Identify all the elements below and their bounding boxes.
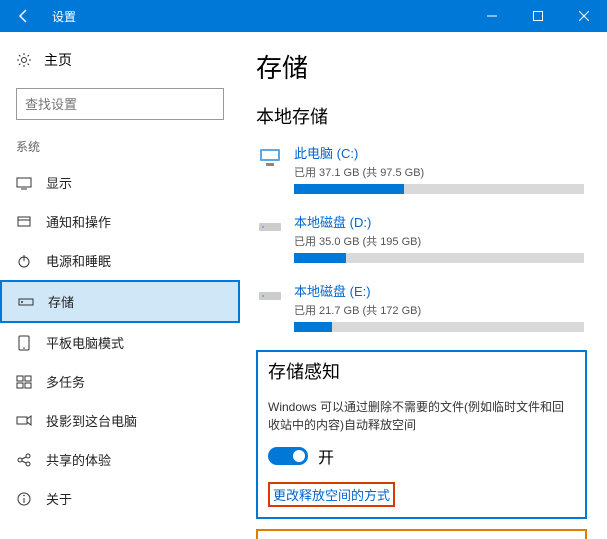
nav-tablet[interactable]: 平板电脑模式: [0, 323, 240, 362]
nav-about[interactable]: 关于: [0, 479, 240, 518]
sense-title: 存储感知: [268, 358, 575, 384]
notifications-icon: [16, 214, 32, 230]
nav-label: 多任务: [46, 372, 85, 391]
drive-name[interactable]: 本地磁盘 (E:): [294, 281, 587, 300]
computer-icon: [256, 143, 284, 171]
nav-shared[interactable]: 共享的体验: [0, 440, 240, 479]
info-icon: [16, 491, 32, 507]
nav-project[interactable]: 投影到这台电脑: [0, 401, 240, 440]
multitask-icon: [16, 374, 32, 390]
display-icon: [16, 175, 32, 191]
hdd-icon: [256, 281, 284, 309]
drive-bar: [294, 253, 584, 263]
close-button[interactable]: [561, 0, 607, 32]
home-link[interactable]: 主页: [0, 44, 240, 76]
section-label: 系统: [0, 138, 240, 163]
nav-label: 关于: [46, 489, 72, 508]
tablet-icon: [16, 335, 32, 351]
sense-description: Windows 可以通过删除不需要的文件(例如临时文件和回收站中的内容)自动释放…: [268, 398, 575, 434]
nav-label: 投影到这台电脑: [46, 411, 137, 430]
drive-name[interactable]: 本地磁盘 (D:): [294, 212, 587, 231]
project-icon: [16, 413, 32, 429]
nav-label: 通知和操作: [46, 212, 111, 231]
nav-label: 显示: [46, 173, 72, 192]
hdd-icon: [256, 212, 284, 240]
page-title: 存储: [256, 48, 587, 85]
nav-power[interactable]: 电源和睡眠: [0, 241, 240, 280]
share-icon: [16, 452, 32, 468]
window-title: 设置: [48, 8, 469, 25]
local-storage-title: 本地存储: [256, 103, 587, 129]
nav-label: 共享的体验: [46, 450, 111, 469]
toggle-switch[interactable]: [268, 447, 308, 465]
drive-bar: [294, 322, 584, 332]
more-settings-section: 更多存储设置 更改新内容的保存位置 管理存储空间: [256, 529, 587, 539]
maximize-button[interactable]: [515, 0, 561, 32]
content: 存储 本地存储 此电脑 (C:) 已用 37.1 GB (共 97.5 GB) …: [240, 32, 607, 539]
toggle-label: 开: [318, 444, 334, 468]
nav-display[interactable]: 显示: [0, 163, 240, 202]
titlebar: 设置: [0, 0, 607, 32]
power-icon: [16, 253, 32, 269]
nav-label: 存储: [48, 292, 74, 311]
gear-icon: [16, 52, 32, 68]
drive-bar: [294, 184, 584, 194]
storage-icon: [18, 294, 34, 310]
search-input[interactable]: [16, 88, 224, 120]
storage-sense-section: 存储感知 Windows 可以通过删除不需要的文件(例如临时文件和回收站中的内容…: [256, 350, 587, 519]
sense-toggle[interactable]: 开: [268, 444, 575, 468]
drive-usage: 已用 21.7 GB (共 172 GB): [294, 302, 587, 318]
home-label: 主页: [44, 50, 72, 70]
nav-label: 平板电脑模式: [46, 333, 124, 352]
drive-name[interactable]: 此电脑 (C:): [294, 143, 587, 162]
drive-d[interactable]: 本地磁盘 (D:) 已用 35.0 GB (共 195 GB): [256, 212, 587, 263]
search-box[interactable]: [16, 88, 224, 120]
sidebar: 主页 系统 显示 通知和操作 电源和睡眠 存储 平板电脑模式 多任务: [0, 32, 240, 539]
minimize-button[interactable]: [469, 0, 515, 32]
nav-storage[interactable]: 存储: [0, 280, 240, 323]
change-free-space-link[interactable]: 更改释放空间的方式: [268, 482, 395, 507]
drive-usage: 已用 35.0 GB (共 195 GB): [294, 233, 587, 249]
drive-usage: 已用 37.1 GB (共 97.5 GB): [294, 164, 587, 180]
nav-label: 电源和睡眠: [46, 251, 111, 270]
nav-notifications[interactable]: 通知和操作: [0, 202, 240, 241]
nav-multitask[interactable]: 多任务: [0, 362, 240, 401]
drive-e[interactable]: 本地磁盘 (E:) 已用 21.7 GB (共 172 GB): [256, 281, 587, 332]
drive-c[interactable]: 此电脑 (C:) 已用 37.1 GB (共 97.5 GB): [256, 143, 587, 194]
back-button[interactable]: [0, 0, 48, 32]
